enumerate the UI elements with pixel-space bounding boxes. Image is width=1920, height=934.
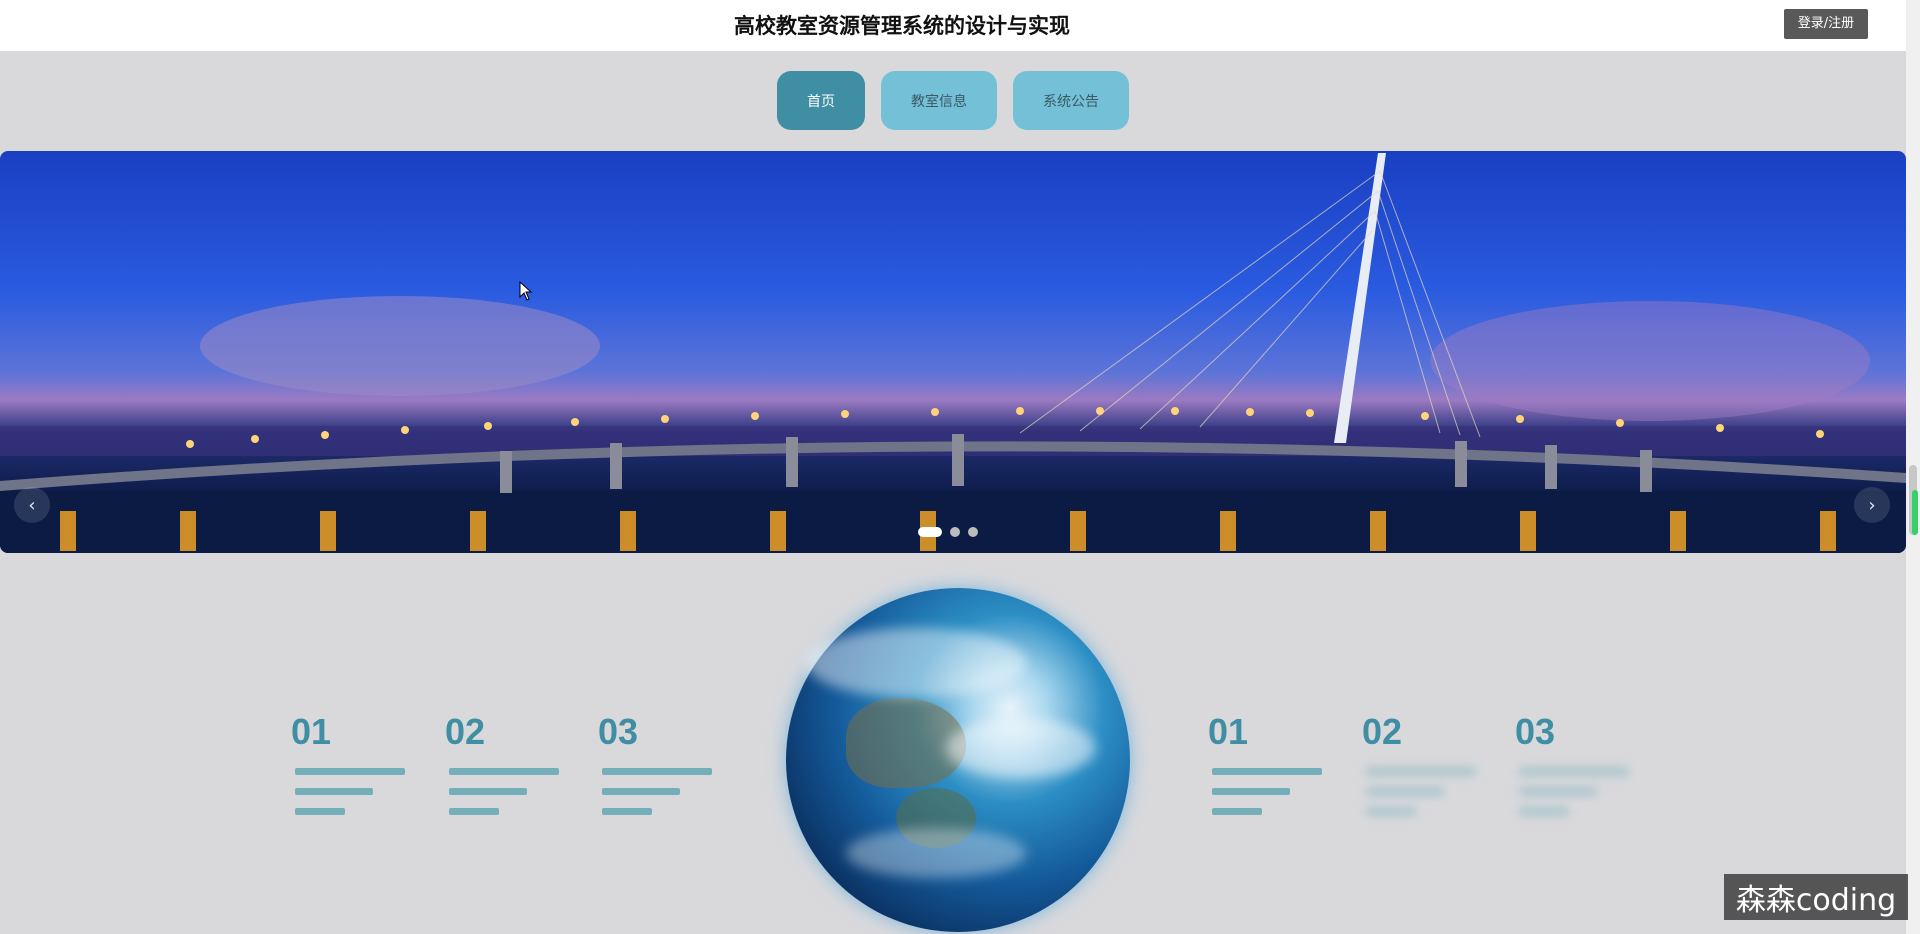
text-placeholder-bar	[1519, 768, 1629, 775]
watermark: 森森coding	[1724, 874, 1908, 920]
carousel-next-button[interactable]: ›	[1854, 487, 1890, 523]
carousel-dot-2[interactable]	[950, 527, 960, 537]
site-title: 高校教室资源管理系统的设计与实现	[734, 14, 1070, 38]
text-placeholder-bar	[1519, 808, 1569, 815]
text-placeholder-bar	[295, 808, 345, 815]
feature-number: 01	[291, 711, 332, 752]
text-placeholder-bar	[1212, 788, 1290, 795]
feature-number: 02	[1362, 711, 1403, 752]
chevron-right-icon: ›	[1868, 494, 1876, 516]
text-placeholder-bar	[1212, 808, 1262, 815]
scroll-progress-indicator	[1912, 490, 1918, 535]
page-scrollbar[interactable]	[1906, 0, 1920, 934]
login-register-button[interactable]: 登录/注册	[1784, 9, 1868, 39]
text-placeholder-bar	[295, 788, 373, 795]
banner-carousel: ‹ ›	[0, 151, 1906, 553]
text-placeholder-bar	[602, 768, 712, 775]
text-placeholder-bar	[449, 788, 527, 795]
carousel-indicators	[918, 527, 978, 537]
text-placeholder-bar	[1519, 788, 1597, 795]
banner-image	[0, 153, 1906, 553]
chevron-left-icon: ‹	[28, 494, 36, 516]
text-placeholder-bar	[1366, 788, 1444, 795]
text-placeholder-bar	[1212, 768, 1322, 775]
text-placeholder-bar	[1366, 768, 1476, 775]
feature-number: 01	[1208, 711, 1249, 752]
feature-number: 02	[445, 711, 486, 752]
carousel-prev-button[interactable]: ‹	[14, 487, 50, 523]
main-nav: 首页 教室信息 系统公告	[0, 71, 1906, 131]
text-placeholder-bar	[449, 768, 559, 775]
top-header: 高校教室资源管理系统的设计与实现 登录/注册	[0, 0, 1906, 51]
text-placeholder-bar	[602, 808, 652, 815]
carousel-dot-1[interactable]	[918, 527, 942, 537]
text-placeholder-bar	[1366, 808, 1416, 815]
nav-item-announcements[interactable]: 系统公告	[1013, 71, 1129, 130]
text-placeholder-bar	[449, 808, 499, 815]
text-placeholder-bar	[602, 788, 680, 795]
globe-image	[786, 588, 1130, 932]
carousel-dot-3[interactable]	[968, 527, 978, 537]
mouse-cursor-icon	[519, 281, 533, 301]
feature-number: 03	[1515, 711, 1556, 752]
nav-item-home[interactable]: 首页	[777, 71, 865, 130]
nav-item-classroom-info[interactable]: 教室信息	[881, 71, 997, 130]
text-placeholder-bar	[295, 768, 405, 775]
feature-number: 03	[598, 711, 639, 752]
